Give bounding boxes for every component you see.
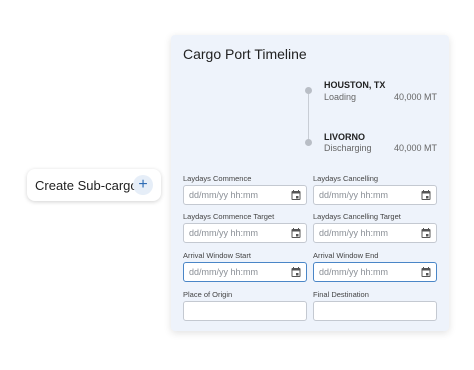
timeline-connector [308,90,309,144]
arrival-window-start-label: Arrival Window Start [183,251,251,260]
arrival-window-start-input[interactable] [189,267,287,277]
laydays-cancelling-field[interactable] [313,185,437,205]
create-sub-cargo-label: Create Sub-cargo [35,177,138,193]
laydays-cancelling-label: Laydays Cancelling [313,174,379,183]
timeline-dot-houston [305,87,312,94]
laydays-cancelling-input[interactable] [319,190,417,200]
place-of-origin-label: Place of Origin [183,290,233,299]
laydays-commence-target-input[interactable] [189,228,287,238]
calendar-icon[interactable] [420,189,432,201]
stop-name-houston: HOUSTON, TX [324,80,386,90]
stop-status-livorno: Discharging [324,143,372,153]
stop-status-houston: Loading [324,92,357,102]
final-destination-input[interactable] [319,306,431,316]
final-destination-field[interactable] [313,301,437,321]
arrival-window-end-label: Arrival Window End [313,251,379,260]
calendar-icon[interactable] [290,189,302,201]
final-destination-label: Final Destination [313,290,369,299]
laydays-commence-target-label: Laydays Commence Target [183,212,275,221]
create-sub-cargo-button[interactable]: Create Sub-cargo + [27,169,161,201]
stop-quantity-livorno: 40,000 MT [393,143,437,153]
laydays-commence-label: Laydays Commence [183,174,252,183]
laydays-commence-input[interactable] [189,190,287,200]
arrival-window-start-field[interactable] [183,262,307,282]
panel-title: Cargo Port Timeline [183,46,307,62]
cargo-port-timeline-panel: Cargo Port Timeline HOUSTON, TX Loading … [171,35,449,331]
stop-quantity-houston: 40,000 MT [393,92,437,102]
laydays-commence-target-field[interactable] [183,223,307,243]
laydays-cancelling-target-input[interactable] [319,228,417,238]
place-of-origin-field[interactable] [183,301,307,321]
calendar-icon[interactable] [420,227,432,239]
calendar-icon[interactable] [420,266,432,278]
calendar-icon[interactable] [290,227,302,239]
calendar-icon[interactable] [290,266,302,278]
plus-icon[interactable]: + [133,175,153,195]
laydays-cancelling-target-label: Laydays Cancelling Target [313,212,401,221]
stop-name-livorno: LIVORNO [324,132,366,142]
laydays-cancelling-target-field[interactable] [313,223,437,243]
place-of-origin-input[interactable] [189,306,301,316]
arrival-window-end-field[interactable] [313,262,437,282]
timeline-dot-livorno [305,139,312,146]
laydays-commence-field[interactable] [183,185,307,205]
arrival-window-end-input[interactable] [319,267,417,277]
